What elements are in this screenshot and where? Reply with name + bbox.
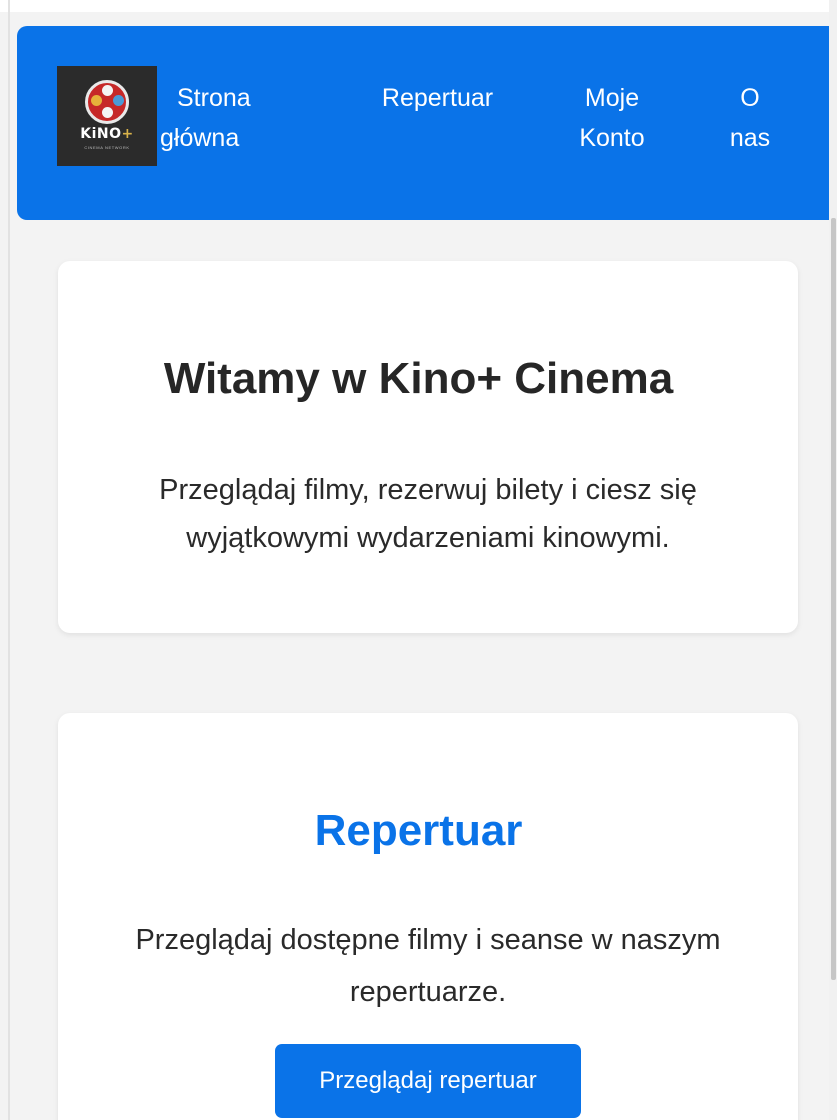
nav-link-account-line1: Moje [584,84,640,112]
nav-link-account-line2: Konto [579,124,645,152]
scrollbar-thumb[interactable] [831,218,836,980]
repertoire-text: Przeglądaj dostępne filmy i seanse w nas… [135,924,721,1008]
logo-subtext: CINEMA NETWORK [84,145,130,150]
repertoire-title: Repertuar [314,806,523,855]
welcome-title: Witamy w Kino+ Cinema [163,354,674,403]
nav-link-repertoire-label: Repertuar [381,84,494,112]
browser-viewport: KiNO+ CINEMA NETWORK Strona główna Reper… [0,0,837,1120]
nav-link-home-line1: Strona [177,84,251,112]
nav-link-about-line1: O [740,84,760,112]
browse-repertoire-button[interactable]: Przeglądaj repertuar [275,1044,581,1118]
nav-link-about[interactable]: O nas [720,78,780,158]
top-strip [0,0,837,12]
site-logo[interactable]: KiNO+ CINEMA NETWORK [57,66,157,166]
nav-link-about-line2: nas [729,124,771,152]
welcome-card [58,261,798,633]
logo-wordmark: KiNO+ [80,126,134,142]
nav-link-home-line2: główna [160,124,240,152]
nav-link-repertoire[interactable]: Repertuar [360,78,515,118]
page-edge [8,0,10,1120]
nav-link-home[interactable]: Strona główna [160,78,275,158]
nav-link-account[interactable]: Moje Konto [552,78,672,158]
film-reel-icon [85,80,129,124]
scrollbar[interactable] [829,0,837,1120]
welcome-text: Przeglądaj filmy, rezerwuj bilety i cies… [159,474,697,554]
